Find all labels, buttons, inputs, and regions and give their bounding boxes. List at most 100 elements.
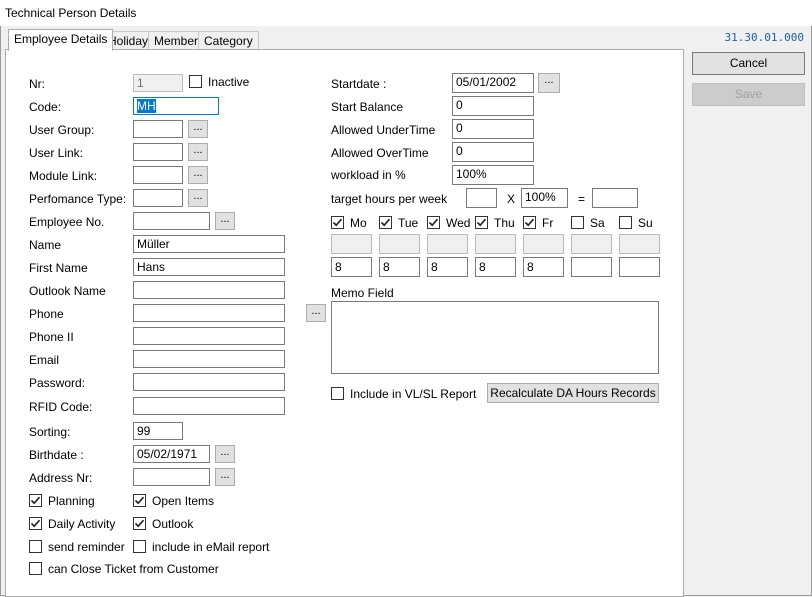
tab-category[interactable]: Category (198, 31, 259, 50)
day-hours-field-wed[interactable]: 8 (427, 257, 468, 277)
memo-field[interactable] (331, 301, 659, 374)
module-link-browse-button[interactable]: ... (188, 166, 208, 184)
tab-member[interactable]: Member (148, 31, 205, 50)
day-disabled-field-sa (571, 234, 612, 254)
module-link-field[interactable] (133, 166, 183, 184)
daily-activity-checkbox[interactable] (29, 517, 42, 530)
day-disabled-field-thu (475, 234, 516, 254)
day-checkbox-wed[interactable] (427, 216, 440, 229)
workload-field[interactable]: 100% (452, 165, 534, 185)
target-result-field[interactable] (592, 188, 638, 208)
day-hours-field-tue[interactable]: 8 (379, 257, 420, 277)
include-email-checkbox[interactable] (133, 540, 146, 553)
code-label: Code: (29, 100, 62, 114)
employee-no-label: Employee No. (29, 215, 105, 229)
nr-label: Nr: (29, 77, 45, 91)
daily-activity-label: Daily Activity (48, 517, 116, 531)
user-link-field[interactable] (133, 143, 183, 161)
sorting-field[interactable]: 99 (133, 422, 183, 440)
day-checkbox-thu[interactable] (475, 216, 488, 229)
password-field[interactable] (133, 373, 285, 391)
user-link-browse-button[interactable]: ... (188, 143, 208, 161)
day-hours-field-su[interactable] (619, 257, 660, 277)
target-hours-field[interactable] (466, 188, 497, 208)
email-field[interactable] (133, 350, 285, 368)
day-checkbox-fr[interactable] (523, 216, 536, 229)
nr-field[interactable]: 1 (133, 74, 183, 92)
address-nr-label: Address Nr: (29, 471, 93, 485)
outlook-label: Outlook (152, 517, 194, 531)
open-items-checkbox[interactable] (133, 494, 146, 507)
sorting-label: Sorting: (29, 425, 71, 439)
phone-browse-button[interactable]: ... (306, 304, 326, 322)
address-nr-browse-button[interactable]: ... (215, 468, 235, 486)
checkmark-icon (380, 218, 391, 227)
day-hours-field-mo[interactable]: 8 (331, 257, 372, 277)
code-field[interactable]: MH (133, 97, 219, 115)
employee-no-browse-button[interactable]: ... (215, 212, 235, 230)
target-hours-label: target hours per week (331, 192, 448, 206)
day-hours-field-thu[interactable]: 8 (475, 257, 516, 277)
code-value: MH (137, 99, 156, 113)
day-hours-field-sa[interactable] (571, 257, 612, 277)
day-disabled-field-fr (523, 234, 564, 254)
times-sign: X (507, 192, 516, 206)
open-items-label: Open Items (152, 494, 215, 508)
close-ticket-checkbox[interactable] (29, 562, 42, 575)
name-field[interactable]: Müller (133, 235, 285, 253)
outlook-name-label: Outlook Name (29, 284, 106, 298)
first-name-field[interactable]: Hans (133, 258, 285, 276)
start-balance-label: Start Balance (331, 100, 404, 114)
day-checkbox-tue[interactable] (379, 216, 392, 229)
recalculate-button[interactable]: Recalculate DA Hours Records (487, 383, 659, 403)
title-bar: Technical Person Details (0, 0, 812, 26)
outlook-checkbox[interactable] (133, 517, 146, 530)
performance-type-field[interactable] (133, 189, 183, 207)
startdate-picker-button[interactable]: ... (538, 73, 560, 93)
day-label-fr: Fr (542, 216, 554, 230)
address-nr-field[interactable] (133, 468, 210, 486)
user-link-label: User Link: (29, 146, 84, 160)
day-hours-field-fr[interactable]: 8 (523, 257, 564, 277)
start-balance-field[interactable]: 0 (452, 96, 534, 116)
equals-sign: = (578, 192, 586, 206)
day-checkbox-sa[interactable] (571, 216, 584, 229)
checkmark-icon (524, 218, 535, 227)
checkmark-icon (134, 496, 145, 505)
planning-checkbox[interactable] (29, 494, 42, 507)
checkmark-icon (476, 218, 487, 227)
checkmark-icon (30, 496, 41, 505)
include-vlsl-checkbox[interactable] (331, 387, 344, 400)
birthdate-picker-button[interactable]: ... (215, 445, 235, 463)
user-group-field[interactable] (133, 120, 183, 138)
performance-type-label: Perfomance Type: (29, 192, 127, 206)
startdate-label: Startdate : (331, 77, 387, 91)
checkmark-icon (134, 519, 145, 528)
day-disabled-field-mo (331, 234, 372, 254)
performance-type-browse-button[interactable]: ... (188, 189, 208, 207)
target-percent-field[interactable]: 100% (521, 188, 568, 208)
allowed-overtime-field[interactable]: 0 (452, 142, 534, 162)
save-button[interactable]: Save (692, 83, 805, 106)
cancel-button[interactable]: Cancel (692, 52, 805, 75)
phone2-field[interactable] (133, 327, 285, 345)
user-group-browse-button[interactable]: ... (188, 120, 208, 138)
rfid-label: RFID Code: (29, 400, 93, 414)
inactive-checkbox[interactable] (189, 75, 202, 88)
allowed-undertime-field[interactable]: 0 (452, 119, 534, 139)
day-label-tue: Tue (398, 216, 419, 230)
day-label-wed: Wed (446, 216, 471, 230)
day-disabled-field-wed (427, 234, 468, 254)
day-checkbox-mo[interactable] (331, 216, 344, 229)
outlook-name-field[interactable] (133, 281, 285, 299)
employee-no-field[interactable] (133, 212, 210, 230)
day-checkbox-su[interactable] (619, 216, 632, 229)
phone-field[interactable] (133, 304, 285, 322)
startdate-field[interactable]: 05/01/2002 (452, 73, 534, 93)
email-label: Email (29, 353, 60, 367)
tab-employee-details[interactable]: Employee Details (8, 29, 114, 51)
rfid-field[interactable] (133, 397, 285, 415)
day-label-su: Su (638, 216, 653, 230)
birthdate-field[interactable]: 05/02/1971 (133, 445, 210, 463)
send-reminder-checkbox[interactable] (29, 540, 42, 553)
